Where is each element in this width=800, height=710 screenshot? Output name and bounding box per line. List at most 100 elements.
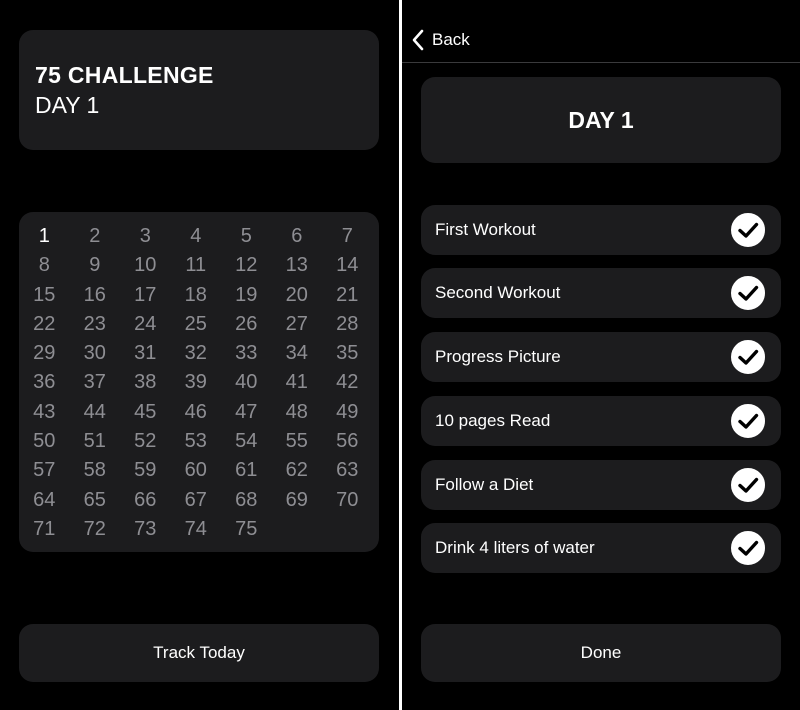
calendar-day[interactable]: 25 [171, 310, 222, 339]
task-row[interactable]: 10 pages Read [421, 396, 781, 446]
calendar-day[interactable]: 72 [70, 515, 121, 544]
task-label: Drink 4 liters of water [435, 538, 595, 557]
calendar-day[interactable]: 44 [70, 398, 121, 427]
calendar-day[interactable]: 9 [70, 251, 121, 280]
calendar-day[interactable]: 64 [19, 486, 70, 515]
calendar-day[interactable]: 12 [221, 251, 272, 280]
chevron-left-icon [412, 29, 424, 51]
calendar-day[interactable]: 33 [221, 339, 272, 368]
challenge-title: 75 CHALLENGE [35, 62, 214, 88]
calendar-day[interactable]: 30 [70, 339, 121, 368]
calendar-day[interactable]: 19 [221, 281, 272, 310]
calendar-day[interactable]: 57 [19, 456, 70, 485]
calendar-day[interactable]: 47 [221, 398, 272, 427]
calendar-day[interactable]: 53 [171, 427, 222, 456]
calendar-day[interactable]: 27 [272, 310, 323, 339]
challenge-overview-screen: 75 CHALLENGE DAY 1 1 2 3 4 5 6 7 8 9 10 11 12 13 14 15… [0, 0, 399, 710]
calendar-day[interactable]: 71 [19, 515, 70, 544]
calendar-day[interactable]: 68 [221, 486, 272, 515]
checkmark-circle-icon[interactable] [731, 340, 765, 374]
calendar-day[interactable]: 60 [171, 456, 222, 485]
calendar-day[interactable]: 15 [19, 281, 70, 310]
calendar-day[interactable]: 34 [272, 339, 323, 368]
calendar-day[interactable]: 43 [19, 398, 70, 427]
calendar-day[interactable]: 17 [120, 281, 171, 310]
calendar-day[interactable]: 20 [272, 281, 323, 310]
calendar-day[interactable]: 23 [70, 310, 121, 339]
checkmark-circle-icon[interactable] [731, 531, 765, 565]
calendar-day[interactable]: 67 [171, 486, 222, 515]
checkmark-circle-icon[interactable] [731, 404, 765, 438]
calendar-day[interactable]: 21 [322, 281, 373, 310]
task-row[interactable]: Drink 4 liters of water [421, 523, 781, 573]
back-button[interactable]: Back [410, 28, 470, 52]
calendar-day[interactable]: 22 [19, 310, 70, 339]
calendar-day[interactable]: 37 [70, 368, 121, 397]
calendar-day[interactable]: 11 [171, 251, 222, 280]
task-label: 10 pages Read [435, 411, 551, 430]
calendar-day[interactable]: 1 [19, 222, 70, 251]
calendar-day[interactable]: 58 [70, 456, 121, 485]
calendar-day[interactable]: 38 [120, 368, 171, 397]
calendar-day[interactable]: 73 [120, 515, 171, 544]
calendar-day[interactable]: 36 [19, 368, 70, 397]
calendar-day[interactable]: 56 [322, 427, 373, 456]
calendar-day[interactable]: 41 [272, 368, 323, 397]
calendar-day[interactable]: 6 [272, 222, 323, 251]
calendar-day[interactable]: 28 [322, 310, 373, 339]
task-row[interactable]: Progress Picture [421, 332, 781, 382]
calendar-day[interactable]: 45 [120, 398, 171, 427]
calendar-day[interactable]: 62 [272, 456, 323, 485]
calendar-day[interactable]: 26 [221, 310, 272, 339]
task-row[interactable]: Follow a Diet [421, 460, 781, 510]
calendar-day[interactable]: 50 [19, 427, 70, 456]
calendar-day[interactable]: 51 [70, 427, 121, 456]
calendar-day[interactable]: 74 [171, 515, 222, 544]
calendar-day[interactable]: 46 [171, 398, 222, 427]
calendar-day[interactable]: 5 [221, 222, 272, 251]
calendar-day[interactable]: 61 [221, 456, 272, 485]
day-calendar-grid: 1 2 3 4 5 6 7 8 9 10 11 12 13 14 15 16 17 18 19 20 21 22 23 24 2… [19, 222, 379, 544]
day-title-card: DAY 1 [421, 77, 781, 163]
calendar-day[interactable]: 4 [171, 222, 222, 251]
calendar-day[interactable]: 14 [322, 251, 373, 280]
checkmark-circle-icon[interactable] [731, 468, 765, 502]
calendar-day[interactable]: 35 [322, 339, 373, 368]
calendar-day[interactable]: 70 [322, 486, 373, 515]
calendar-day[interactable]: 24 [120, 310, 171, 339]
calendar-day[interactable]: 54 [221, 427, 272, 456]
calendar-day[interactable]: 49 [322, 398, 373, 427]
calendar-day[interactable]: 55 [272, 427, 323, 456]
track-today-button[interactable]: Track Today [19, 624, 379, 682]
calendar-day[interactable]: 3 [120, 222, 171, 251]
calendar-day[interactable]: 31 [120, 339, 171, 368]
calendar-day[interactable]: 65 [70, 486, 121, 515]
calendar-day[interactable]: 16 [70, 281, 121, 310]
calendar-day[interactable]: 40 [221, 368, 272, 397]
task-label: Second Workout [435, 283, 561, 302]
task-row[interactable]: First Workout [421, 205, 781, 255]
calendar-day[interactable]: 63 [322, 456, 373, 485]
calendar-day[interactable]: 66 [120, 486, 171, 515]
day-calendar-card: 1 2 3 4 5 6 7 8 9 10 11 12 13 14 15 16 17 18 19 20 21 22 23 24 2… [19, 212, 379, 552]
calendar-day[interactable]: 10 [120, 251, 171, 280]
calendar-day[interactable]: 48 [272, 398, 323, 427]
calendar-day[interactable]: 29 [19, 339, 70, 368]
calendar-day[interactable]: 7 [322, 222, 373, 251]
calendar-day[interactable]: 13 [272, 251, 323, 280]
done-button[interactable]: Done [421, 624, 781, 682]
checkmark-circle-icon[interactable] [731, 213, 765, 247]
calendar-day[interactable]: 39 [171, 368, 222, 397]
calendar-day[interactable]: 59 [120, 456, 171, 485]
checkmark-circle-icon[interactable] [731, 276, 765, 310]
calendar-day[interactable]: 32 [171, 339, 222, 368]
calendar-day[interactable]: 42 [322, 368, 373, 397]
calendar-day[interactable]: 8 [19, 251, 70, 280]
calendar-day[interactable]: 2 [70, 222, 121, 251]
calendar-day[interactable]: 75 [221, 515, 272, 544]
calendar-day[interactable]: 69 [272, 486, 323, 515]
calendar-day[interactable]: 18 [171, 281, 222, 310]
task-row[interactable]: Second Workout [421, 268, 781, 318]
calendar-day[interactable]: 52 [120, 427, 171, 456]
task-label: Follow a Diet [435, 475, 534, 494]
